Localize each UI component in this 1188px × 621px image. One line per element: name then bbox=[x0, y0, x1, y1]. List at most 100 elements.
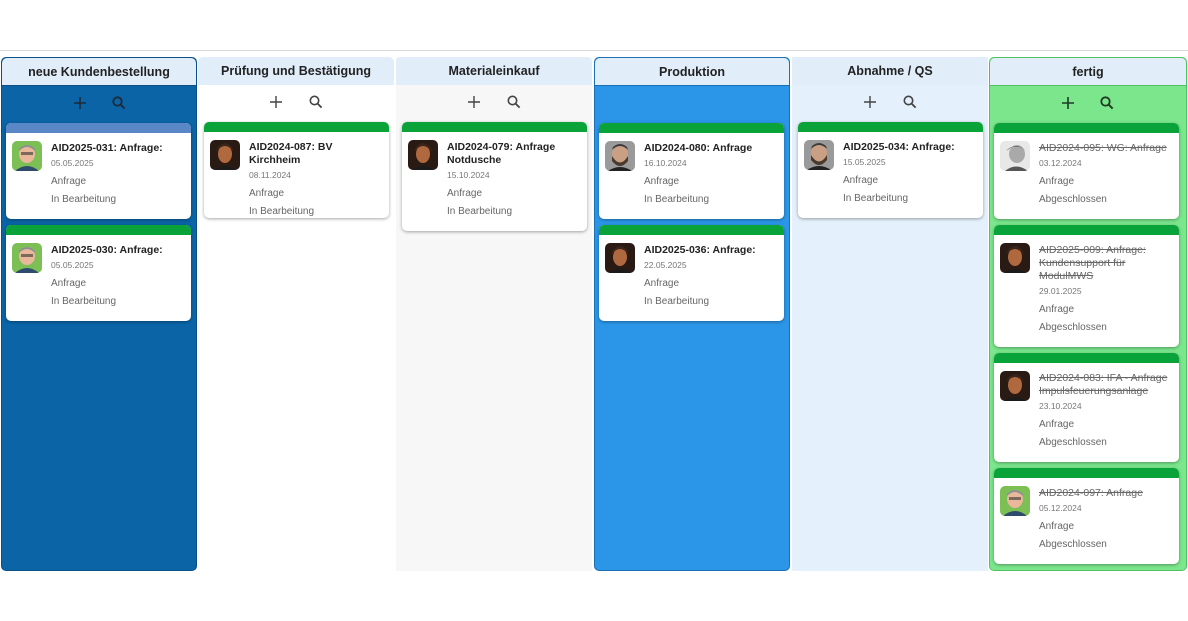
card-content: AID2024-080: Anfrage 16.10.2024 Anfrage … bbox=[644, 142, 780, 205]
card-title: AID2025-034: Anfrage: bbox=[843, 141, 955, 153]
column-pruefung-und-bestaetigung: Prüfung und Bestätigung AID2024-087: BV … bbox=[198, 57, 394, 571]
card-title: AID2024-080: Anfrage bbox=[644, 142, 753, 154]
card-color-bar bbox=[994, 468, 1179, 478]
card-color-bar bbox=[402, 122, 587, 132]
plus-icon[interactable] bbox=[72, 95, 88, 111]
avatar bbox=[804, 140, 834, 170]
card-type: Anfrage bbox=[249, 188, 285, 199]
card-content: AID2024-079: Anfrage Notdusche 15.10.202… bbox=[447, 141, 583, 217]
card-content: AID2024-095: WG: Anfrage 03.12.2024 Anfr… bbox=[1039, 142, 1175, 205]
column-toolbar bbox=[198, 85, 394, 119]
column-fertig: fertig AID2024-095: WG: Anfrage 03.12.20… bbox=[989, 57, 1187, 571]
column-toolbar bbox=[990, 86, 1186, 120]
card-color-bar bbox=[994, 353, 1179, 363]
search-icon[interactable] bbox=[902, 94, 918, 110]
column-toolbar bbox=[396, 85, 592, 119]
card-aid2024-097[interactable]: AID2024-097: Anfrage 05.12.2024 Anfrage … bbox=[994, 468, 1179, 564]
card-title: AID2024-087: BV Kirchheim bbox=[249, 141, 333, 166]
card-aid2025-031[interactable]: AID2025-031: Anfrage: 05.05.2025 Anfrage… bbox=[6, 123, 191, 219]
search-icon[interactable] bbox=[1099, 95, 1115, 111]
card-status: In Bearbeitung bbox=[447, 206, 513, 217]
column-materialeinkauf: Materialeinkauf AID2024-079: Anfrage Not… bbox=[396, 57, 592, 571]
card-status: In Bearbeitung bbox=[843, 193, 909, 204]
card-aid2024-083[interactable]: AID2024-083: IFA - Anfrage Impulsfeuerun… bbox=[994, 353, 1179, 462]
card-color-bar bbox=[994, 123, 1179, 133]
search-icon[interactable] bbox=[111, 95, 127, 111]
card-title: AID2025-030: Anfrage: bbox=[51, 244, 163, 256]
card-title: AID2025-009: Anfrage: Kundensupport für … bbox=[1039, 244, 1146, 282]
column-title: Prüfung und Bestätigung bbox=[198, 57, 394, 85]
avatar bbox=[1000, 486, 1030, 516]
card-date: 29.01.2025 bbox=[1039, 286, 1082, 296]
column-title: neue Kundenbestellung bbox=[2, 58, 196, 86]
card-color-bar bbox=[6, 123, 191, 133]
column-title: Materialeinkauf bbox=[396, 57, 592, 85]
card-aid2024-095[interactable]: AID2024-095: WG: Anfrage 03.12.2024 Anfr… bbox=[994, 123, 1179, 219]
card-status: In Bearbeitung bbox=[51, 194, 117, 205]
card-type: Anfrage bbox=[644, 278, 680, 289]
avatar bbox=[408, 140, 438, 170]
card-status: Abgeschlossen bbox=[1039, 437, 1107, 448]
avatar bbox=[1000, 141, 1030, 171]
card-date: 05.12.2024 bbox=[1039, 503, 1082, 513]
card-type: Anfrage bbox=[447, 188, 483, 199]
plus-icon[interactable] bbox=[466, 94, 482, 110]
top-divider bbox=[0, 50, 1188, 51]
card-date: 03.12.2024 bbox=[1039, 158, 1082, 168]
card-aid2025-034[interactable]: AID2025-034: Anfrage: 15.05.2025 Anfrage… bbox=[798, 122, 983, 218]
card-color-bar bbox=[599, 123, 784, 133]
card-status: In Bearbeitung bbox=[644, 296, 710, 307]
search-icon[interactable] bbox=[308, 94, 324, 110]
card-aid2024-087[interactable]: AID2024-087: BV Kirchheim 08.11.2024 Anf… bbox=[204, 122, 389, 218]
card-status: Abgeschlossen bbox=[1039, 194, 1107, 205]
card-status: In Bearbeitung bbox=[249, 206, 315, 217]
avatar bbox=[12, 141, 42, 171]
card-type: Anfrage bbox=[644, 176, 680, 187]
column-toolbar bbox=[792, 85, 988, 119]
card-content: AID2024-097: Anfrage 05.12.2024 Anfrage … bbox=[1039, 487, 1175, 550]
avatar bbox=[210, 140, 240, 170]
card-date: 15.05.2025 bbox=[843, 157, 886, 167]
card-title: AID2024-083: IFA - Anfrage Impulsfeuerun… bbox=[1039, 372, 1168, 397]
column-abnahme-qs: Abnahme / QS AID2025-034: Anfrage: 15.05… bbox=[792, 57, 988, 571]
card-content: AID2025-030: Anfrage: 05.05.2025 Anfrage… bbox=[51, 244, 187, 307]
search-icon[interactable] bbox=[506, 94, 522, 110]
card-content: AID2024-087: BV Kirchheim 08.11.2024 Anf… bbox=[249, 141, 385, 217]
card-content: AID2025-034: Anfrage: 15.05.2025 Anfrage… bbox=[843, 141, 979, 204]
card-date: 23.10.2024 bbox=[1039, 401, 1082, 411]
card-status: In Bearbeitung bbox=[644, 194, 710, 205]
card-type: Anfrage bbox=[51, 176, 87, 187]
column-toolbar bbox=[2, 86, 196, 120]
card-aid2025-036[interactable]: AID2025-036: Anfrage: 22.05.2025 Anfrage… bbox=[599, 225, 784, 321]
card-type: Anfrage bbox=[843, 175, 879, 186]
avatar bbox=[605, 141, 635, 171]
avatar bbox=[1000, 371, 1030, 401]
card-type: Anfrage bbox=[1039, 304, 1075, 315]
plus-icon[interactable] bbox=[268, 94, 284, 110]
card-color-bar bbox=[798, 122, 983, 132]
avatar bbox=[605, 243, 635, 273]
card-type: Anfrage bbox=[1039, 176, 1075, 187]
card-aid2024-080[interactable]: AID2024-080: Anfrage 16.10.2024 Anfrage … bbox=[599, 123, 784, 219]
plus-icon[interactable] bbox=[1060, 95, 1076, 111]
card-date: 16.10.2024 bbox=[644, 158, 687, 168]
card-status: Abgeschlossen bbox=[1039, 539, 1107, 550]
card-status: Abgeschlossen bbox=[1039, 322, 1107, 333]
card-type: Anfrage bbox=[1039, 419, 1075, 430]
plus-icon[interactable] bbox=[862, 94, 878, 110]
card-aid2024-079[interactable]: AID2024-079: Anfrage Notdusche 15.10.202… bbox=[402, 122, 587, 231]
card-content: AID2025-009: Anfrage: Kundensupport für … bbox=[1039, 244, 1175, 333]
column-title: Produktion bbox=[595, 58, 789, 86]
card-aid2025-030[interactable]: AID2025-030: Anfrage: 05.05.2025 Anfrage… bbox=[6, 225, 191, 321]
column-neue-kundenbestellung: neue Kundenbestellung AID2025-031: Anfra… bbox=[1, 57, 197, 571]
card-color-bar bbox=[204, 122, 389, 132]
card-color-bar bbox=[6, 225, 191, 235]
card-title: AID2025-036: Anfrage: bbox=[644, 244, 756, 256]
column-title: Abnahme / QS bbox=[792, 57, 988, 85]
card-aid2025-009[interactable]: AID2025-009: Anfrage: Kundensupport für … bbox=[994, 225, 1179, 347]
column-title: fertig bbox=[990, 58, 1186, 86]
card-date: 05.05.2025 bbox=[51, 260, 94, 270]
avatar bbox=[12, 243, 42, 273]
card-content: AID2025-036: Anfrage: 22.05.2025 Anfrage… bbox=[644, 244, 780, 307]
card-date: 22.05.2025 bbox=[644, 260, 687, 270]
